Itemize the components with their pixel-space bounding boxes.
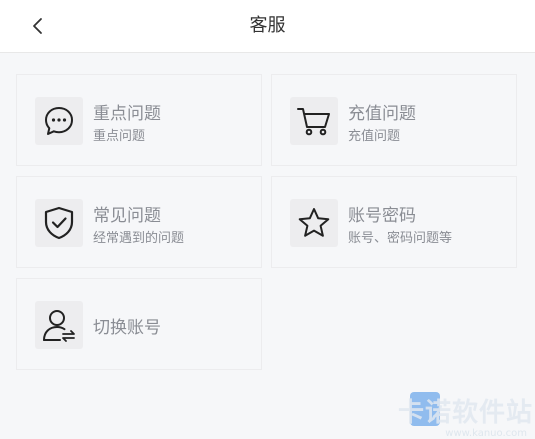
watermark-url: www.kanuo.com xyxy=(445,428,527,439)
card-icon-box xyxy=(35,301,83,349)
card-icon-box xyxy=(35,199,83,247)
chat-bubble-icon xyxy=(45,107,73,135)
card-recharge-issues[interactable]: 充值问题 充值问题 xyxy=(271,74,517,166)
card-common-issues[interactable]: 常见问题 经常遇到的问题 xyxy=(16,176,262,268)
card-switch-account[interactable]: 切换账号 xyxy=(16,278,262,370)
card-key-issues[interactable]: 重点问题 重点问题 xyxy=(16,74,262,166)
card-icon-box xyxy=(290,97,338,145)
card-icon-box xyxy=(35,97,83,145)
card-subtitle: 重点问题 xyxy=(93,129,146,144)
card-title: 账号密码 xyxy=(348,206,416,226)
card-title: 切换账号 xyxy=(93,318,161,338)
card-subtitle: 充值问题 xyxy=(348,129,401,144)
star-icon xyxy=(298,208,330,237)
user-switch-icon xyxy=(43,310,75,342)
header-bar: 客服 xyxy=(0,0,535,53)
watermark-text: 卡诺软件站 xyxy=(397,398,533,428)
card-account-password[interactable]: 账号密码 账号、密码问题等 xyxy=(271,176,517,268)
card-title: 常见问题 xyxy=(93,206,161,226)
shield-check-icon xyxy=(44,206,74,240)
card-icon-box xyxy=(290,199,338,247)
card-subtitle: 账号、密码问题等 xyxy=(348,231,453,246)
page-title: 客服 xyxy=(249,15,286,36)
card-subtitle: 经常遇到的问题 xyxy=(93,231,185,246)
cart-icon xyxy=(297,108,330,136)
card-title: 重点问题 xyxy=(93,104,161,124)
card-title: 充值问题 xyxy=(348,104,416,124)
